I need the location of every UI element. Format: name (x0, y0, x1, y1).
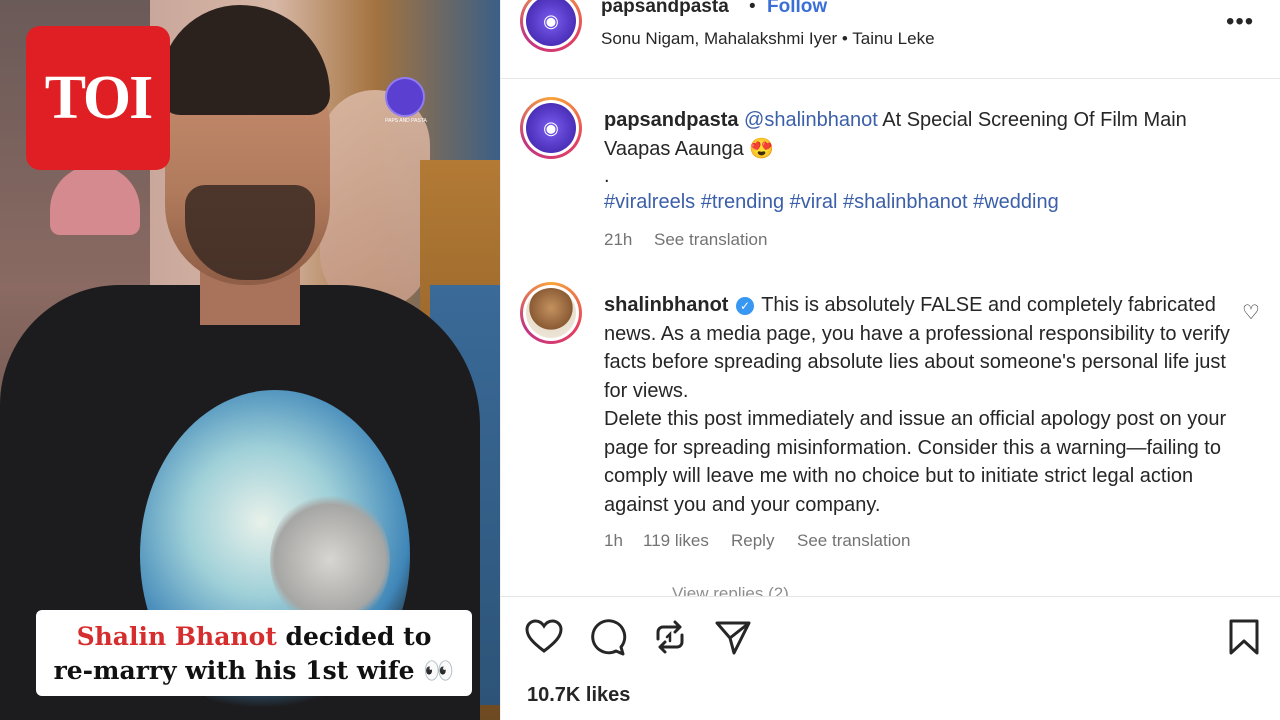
post-mention[interactable]: @shalinbhanot (744, 109, 878, 131)
caption-line2: re-marry with his 1st wife 👀 (53, 656, 455, 685)
toi-logo: TOI (26, 26, 170, 170)
comment-icon[interactable] (587, 617, 627, 657)
follow-button[interactable]: Follow (767, 0, 827, 18)
comment-time: 1h (604, 531, 623, 550)
shirt-graphic-detail (270, 490, 390, 630)
comment-likes[interactable]: 119 likes (643, 531, 709, 551)
caption-line1-rest: decided to (276, 622, 432, 651)
verified-badge-icon: ✓ (736, 297, 755, 315)
comment-reply-button[interactable]: Reply (731, 531, 774, 551)
caption-dot: . (604, 165, 610, 187)
heart-icon[interactable] (524, 617, 564, 657)
watermark-text: PAPS AND PASTA (385, 118, 427, 124)
comment-username[interactable]: shalinbhanot (604, 294, 728, 316)
post-likes-count[interactable]: 10.7K likes (527, 684, 630, 707)
header-divider (500, 78, 1280, 79)
camera-logo-icon: ◉ (526, 103, 576, 153)
toi-logo-text: TOI (44, 63, 154, 132)
camera-logo-icon: ◉ (526, 0, 576, 46)
person-hair (160, 5, 330, 115)
watermark-logo-icon (385, 77, 425, 117)
post-see-translation[interactable]: See translation (654, 230, 767, 250)
post-hashtags[interactable]: #viralreels #trending #viral #shalinbhan… (604, 191, 1059, 214)
caption-highlight: Shalin Bhanot (76, 622, 277, 651)
header-username[interactable]: papsandpasta (601, 0, 729, 18)
post-caption: papsandpasta @shalinbhanot At Special Sc… (604, 106, 1244, 164)
post-avatar[interactable]: ◉ (520, 97, 582, 159)
comment-body: shalinbhanot ✓ This is absolutely FALSE … (604, 291, 1234, 519)
post-time: 21h (604, 230, 633, 249)
video-caption: Shalin Bhanot decided to re-marry with h… (36, 610, 472, 696)
actions-divider (500, 596, 1280, 597)
comment-avatar[interactable] (520, 282, 582, 344)
view-replies-link[interactable]: View replies (2) (672, 584, 789, 596)
more-icon[interactable]: ••• (1226, 8, 1254, 36)
save-icon[interactable] (1224, 617, 1264, 657)
audio-info[interactable]: Sonu Nigam, Mahalakshmi Iyer • Tainu Lek… (601, 29, 935, 49)
reel-video-frame[interactable]: TOI PAPS AND PASTA Shalin Bhanot decided… (0, 0, 500, 720)
share-icon[interactable] (713, 617, 753, 657)
comment-like-heart-icon[interactable]: ♡ (1242, 300, 1260, 325)
header-separator: • (749, 0, 756, 17)
post-username[interactable]: papsandpasta (604, 109, 738, 131)
comment-text-part2: Delete this post immediately and issue a… (604, 408, 1227, 516)
repost-icon[interactable] (650, 617, 690, 657)
comment-see-translation[interactable]: See translation (797, 531, 910, 551)
profile-photo (526, 288, 576, 338)
